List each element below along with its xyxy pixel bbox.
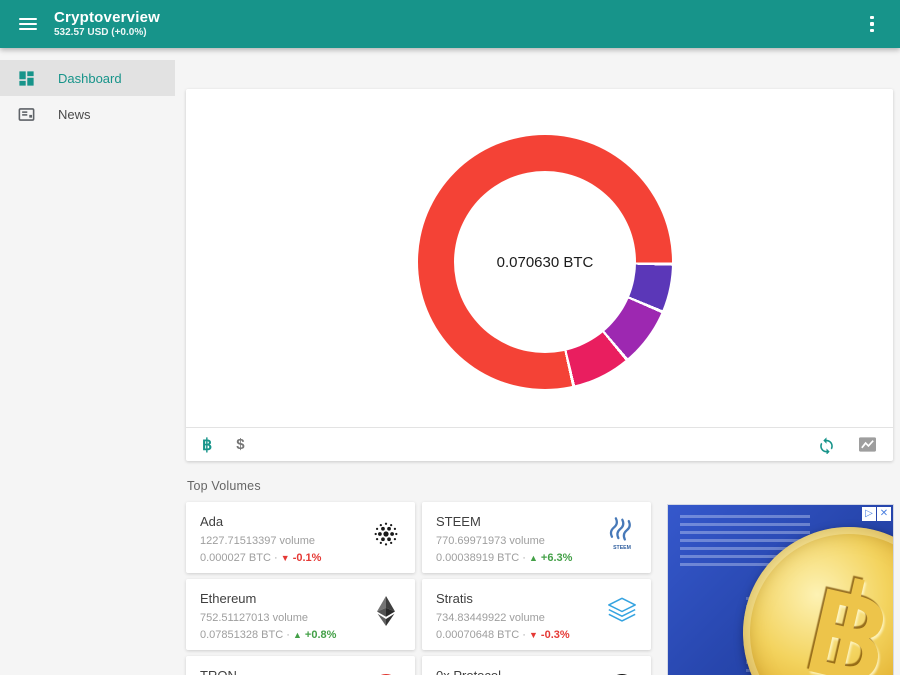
portfolio-donut-chart[interactable]: 0.070630 BTC (418, 135, 672, 389)
tron-icon (370, 671, 402, 675)
top-volumes-grid: Ada 1227.71513397 volume 0.000027 BTC · … (186, 502, 651, 675)
app-window: Cryptoverview 532.57 USD (+0.0%) Dashboa… (0, 0, 900, 675)
cardano-icon (370, 517, 402, 551)
coin-card[interactable]: TRON (186, 656, 415, 675)
down-arrow-icon: ▼ (529, 630, 538, 640)
ad-close-icon[interactable]: ✕ (877, 507, 891, 521)
history-chart-button[interactable] (858, 436, 877, 453)
coin-price-change: 0.07851328 BTC · ▲ +0.8% (200, 629, 401, 641)
btc-currency-toggle[interactable]: ฿ (202, 435, 212, 455)
hamburger-menu-icon[interactable] (16, 12, 40, 36)
up-arrow-icon: ▲ (293, 630, 302, 640)
donut-hole: 0.070630 BTC (454, 171, 636, 353)
portfolio-chart-card: 0.070630 BTC ฿ $ (186, 89, 893, 461)
coin-card[interactable]: Ada 1227.71513397 volume 0.000027 BTC · … (186, 502, 415, 573)
down-arrow-icon: ▼ (281, 553, 290, 563)
portfolio-total: 532.57 USD (+0.0%) (54, 27, 160, 39)
app-title: Cryptoverview (54, 9, 160, 26)
steem-icon: STEEM (606, 517, 638, 551)
up-arrow-icon: ▲ (529, 553, 538, 563)
sidebar-item-label: News (58, 107, 91, 122)
coin-change: -0.3% (538, 629, 570, 641)
coin-price-change: 0.000027 BTC · ▼ -0.1% (200, 552, 401, 564)
coin-card[interactable]: Ethereum 752.51127013 volume 0.07851328 … (186, 579, 415, 650)
app-bar: Cryptoverview 532.57 USD (+0.0%) (0, 0, 900, 48)
sidebar-item-label: Dashboard (58, 71, 122, 86)
ad-choices: ▷ ✕ (862, 507, 891, 521)
stratis-icon (606, 594, 638, 628)
sidebar-item-dashboard[interactable]: Dashboard (0, 60, 175, 96)
refresh-button[interactable] (817, 435, 836, 454)
adchoices-icon[interactable]: ▷ (862, 507, 876, 521)
coin-card[interactable]: Stratis 734.83449922 volume 0.00070648 B… (422, 579, 651, 650)
news-icon (16, 104, 36, 124)
coin-change: +0.8% (302, 629, 337, 641)
coin-card[interactable]: STEEM 770.69971973 volume 0.00038919 BTC… (422, 502, 651, 573)
usd-currency-toggle[interactable]: $ (236, 436, 244, 453)
top-volumes-heading: Top Volumes (187, 479, 261, 493)
app-bar-titles: Cryptoverview 532.57 USD (+0.0%) (54, 9, 160, 39)
svg-text:STEEM: STEEM (613, 545, 631, 551)
bitcoin-symbol: ฿ (793, 552, 893, 675)
coin-change: +6.3% (538, 552, 573, 564)
sidebar-item-news[interactable]: News (0, 96, 175, 132)
coin-card[interactable]: 0x Protocol (422, 656, 651, 675)
kebab-menu-icon[interactable] (862, 12, 882, 36)
coin-price-change: 0.00038919 BTC · ▲ +6.3% (436, 552, 637, 564)
chart-card-toolbar: ฿ $ (186, 427, 893, 461)
donut-center-label: 0.070630 BTC (497, 254, 594, 271)
coin-change: -0.1% (290, 552, 322, 564)
zerox-icon (606, 671, 638, 675)
coin-price-change: 0.00070648 BTC · ▼ -0.3% (436, 629, 637, 641)
ad-banner[interactable]: ฿ ▷ ✕ (668, 505, 893, 675)
sidebar: Dashboard News (0, 48, 175, 675)
dashboard-icon (16, 68, 36, 88)
ethereum-icon (370, 594, 402, 628)
